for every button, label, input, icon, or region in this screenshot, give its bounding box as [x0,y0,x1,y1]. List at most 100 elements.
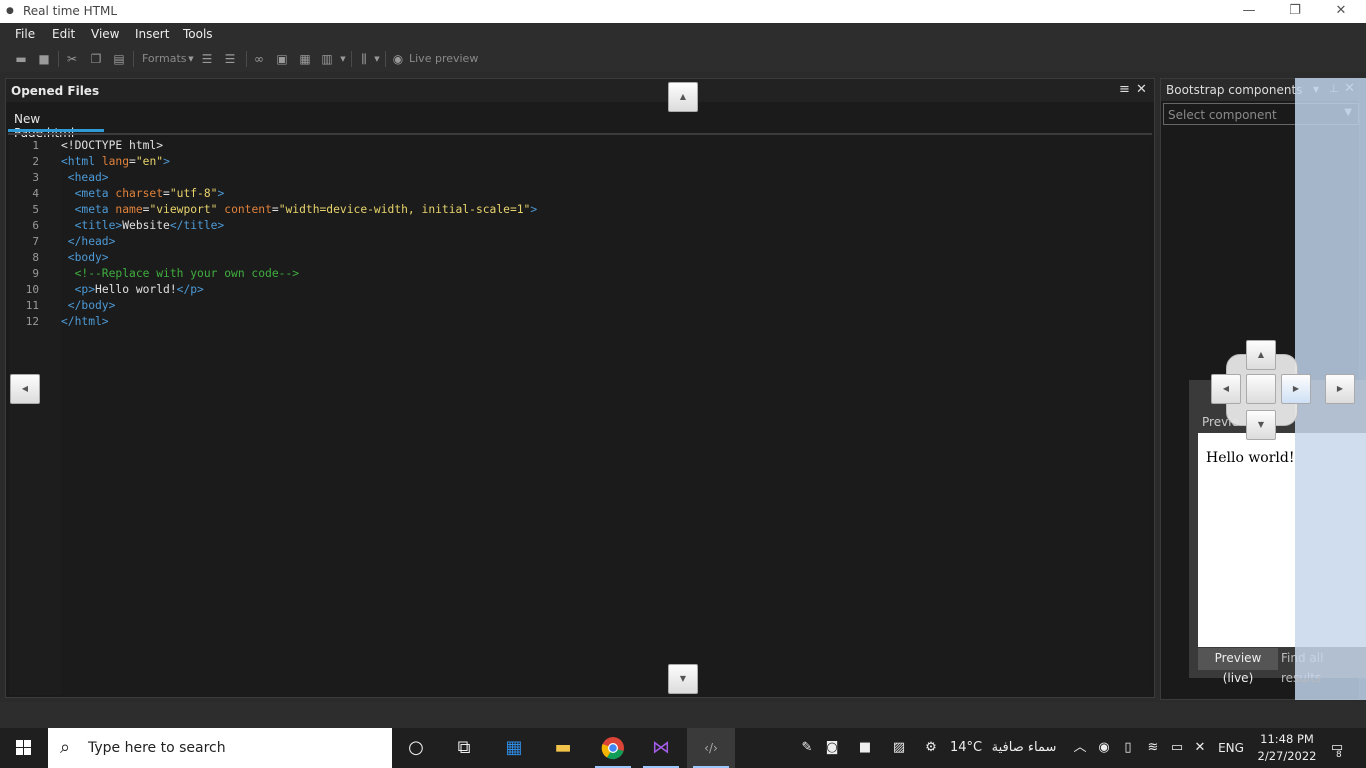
tab-divider [8,133,1152,135]
menu-file[interactable]: File [15,27,35,41]
image-icon[interactable]: ▣ [275,52,289,66]
taskbar-search[interactable]: ⌕ Type here to search [48,728,392,768]
code-line: </html> [61,315,109,328]
line-number: 9 [32,267,39,280]
video-icon[interactable]: ■ [850,728,880,768]
open-folder-icon[interactable]: ▬ [14,52,28,66]
save-icon[interactable]: ■ [37,52,51,66]
arrow-up-icon: ▲ [679,92,687,101]
weather-temp[interactable]: 14°C [948,728,984,768]
line-number: 12 [25,315,39,328]
file-explorer-icon[interactable]: ▬ [539,728,587,768]
line-number: 1 [32,139,39,152]
arrow-left-icon: ◀ [21,384,29,393]
line-number-gutter: 1 2 3 4 5 6 7 8 9 10 11 12 [9,137,61,695]
notification-icon[interactable]: ▭ [1322,728,1352,768]
toolbar-separator [246,51,247,67]
weather-description[interactable]: سماء صافية [986,728,1062,768]
dock-center-top-button[interactable]: ▲ [1246,340,1276,370]
notification-count: 8 [1336,750,1342,760]
visual-studio-icon[interactable]: ⋈ [637,728,685,768]
dock-center-fill-button[interactable] [1246,374,1276,404]
realtime-html-icon[interactable]: ‹/› [687,728,735,768]
toolbar-separator [133,51,134,67]
document-tab[interactable]: New Page.html [8,108,104,140]
arrow-right-icon: ▶ [1336,384,1344,393]
start-button[interactable] [0,728,48,768]
arrow-left-icon: ◀ [1222,384,1230,393]
battery-icon[interactable]: ▭ [1166,728,1188,768]
tab-preview-live[interactable]: Preview (live) [1198,648,1278,685]
code-line: <body> [61,251,109,264]
chrome-icon[interactable] [589,728,637,768]
task-view-icon[interactable]: ⧉ [440,728,488,768]
volume-muted-icon[interactable]: ✕ [1190,728,1210,768]
dock-center-bottom-button[interactable]: ▼ [1246,410,1276,440]
pen-icon[interactable]: ✎ [798,728,816,768]
chevron-down-icon[interactable]: ▼ [370,52,384,66]
panel-header: Opened Files ≡ ✕ [6,79,1154,102]
eye-icon[interactable]: ◉ [391,52,405,66]
status-bar [0,702,1366,728]
panel-title: Bootstrap components [1166,83,1303,97]
code-line: <html lang="en"> [61,155,170,168]
minimize-button[interactable]: — [1226,0,1272,23]
chevron-up-icon[interactable]: ︿ [1070,728,1090,768]
menu-insert[interactable]: Insert [135,27,169,41]
record-icon[interactable]: ◉ [1094,728,1114,768]
dock-center-left-button[interactable]: ◀ [1211,374,1241,404]
store-icon[interactable]: ▦ [490,728,538,768]
arrow-right-icon: ▶ [1292,384,1300,393]
menu-edit[interactable]: Edit [52,27,75,41]
table-icon[interactable]: ▦ [298,52,312,66]
title-bar: ● Real time HTML — ❐ ✕ [0,0,1366,23]
menu-view[interactable]: View [91,27,119,41]
arrow-up-icon: ▲ [1257,350,1265,359]
close-panel-icon[interactable]: ✕ [1136,82,1147,97]
clock-date: 2/27/2022 [1257,749,1317,763]
toolbar-separator [351,51,352,67]
layout-icon[interactable]: ▥ [320,52,334,66]
document-tab-row: New Page.html [6,102,1154,140]
dock-left-button[interactable]: ◀ [10,374,40,404]
wifi-icon[interactable]: ≋ [1142,728,1164,768]
settings-gear-icon[interactable]: ⚙ [918,728,944,768]
panel-menu-icon[interactable]: ≡ [1119,82,1130,97]
maximize-button[interactable]: ❐ [1272,0,1318,23]
arrow-down-icon: ▼ [1257,420,1265,429]
paste-icon[interactable]: ▤ [112,52,126,66]
line-number: 5 [32,203,39,216]
close-button[interactable]: ✕ [1318,0,1364,23]
line-number: 10 [25,283,39,296]
live-preview-button[interactable]: Live preview [409,52,478,65]
photos-icon[interactable]: ▨ [884,728,914,768]
dock-bottom-button[interactable]: ▼ [668,664,698,694]
line-number: 3 [32,171,39,184]
bullet-list-icon[interactable]: ☰ [200,52,214,66]
document-tab-label: New Page.html [14,112,74,140]
clock[interactable]: 11:48 PM 2/27/2022 [1252,731,1322,765]
chrome-logo [601,737,624,760]
menu-tools[interactable]: Tools [183,27,213,41]
camera-icon[interactable]: ◙ [820,728,844,768]
language-indicator[interactable]: ENG [1214,728,1248,768]
select-placeholder: Select component [1168,108,1277,122]
numbered-list-icon[interactable]: ☰ [223,52,237,66]
chevron-down-icon[interactable]: ▼ [336,52,350,66]
formats-dropdown[interactable]: Formats [142,52,187,65]
link-icon[interactable]: ∞ [252,52,266,66]
clock-time: 11:48 PM [1260,732,1314,746]
line-number: 6 [32,219,39,232]
chevron-down-icon[interactable]: ▼ [184,52,198,66]
dock-top-button[interactable]: ▲ [668,82,698,112]
device-icon[interactable]: ▯ [1118,728,1138,768]
copy-icon[interactable]: ❐ [89,52,103,66]
cortana-icon[interactable]: ○ [392,728,440,768]
attachment-icon[interactable]: ⫼ [357,52,371,66]
toolbar: ▬ ■ ✂ ❐ ▤ Formats ▼ ☰ ☰ ∞ ▣ ▦ ▥ ▼ ⫼ ▼ ◉ … [0,46,1366,72]
cut-icon[interactable]: ✂ [65,52,79,66]
dock-right-button[interactable]: ▶ [1325,374,1355,404]
dock-center-right-button[interactable]: ▶ [1281,374,1311,404]
code-editor[interactable]: <!DOCTYPE html> <html lang="en"> <head> <… [61,137,1151,695]
code-line: <meta charset="utf-8"> [61,187,225,200]
